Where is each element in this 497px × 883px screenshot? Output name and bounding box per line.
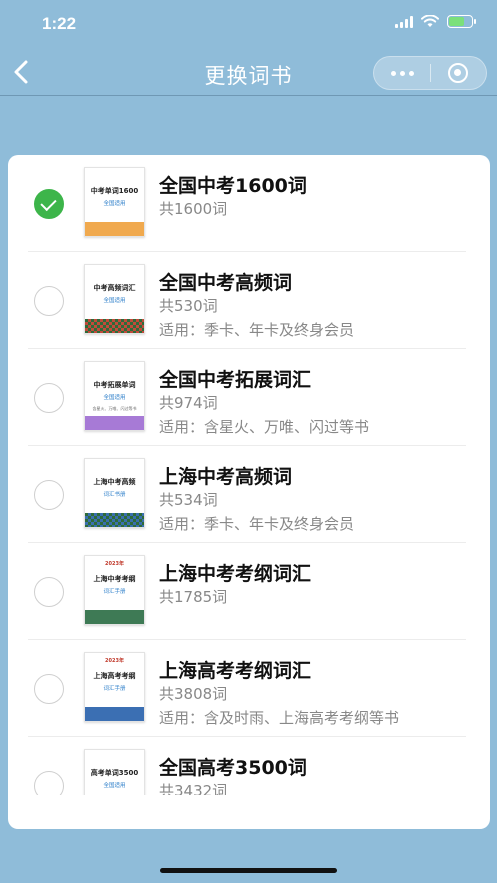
- wifi-icon: [421, 15, 439, 27]
- cover-year: 2023年: [105, 658, 124, 664]
- cover-subtitle: 词汇手册: [103, 686, 126, 692]
- book-title: 上海中考高频词: [159, 466, 293, 488]
- cover-subtitle: 全国适用: [103, 201, 126, 207]
- book-list-item[interactable]: 中考拓展单词 全国适用 含星火、万唯、闪过等书 全国中考拓展词汇 共974词 适…: [8, 349, 490, 446]
- radio-unchecked-icon[interactable]: [34, 577, 64, 607]
- cover-title: 高考单词3500: [90, 769, 139, 777]
- cover-band: [85, 319, 144, 333]
- cover-band: [85, 416, 144, 430]
- nav-bar: 更换词书: [0, 48, 497, 96]
- close-button[interactable]: [431, 57, 486, 89]
- book-list-item[interactable]: 中考单词1600 全国适用 全国中考1600词 共1600词: [8, 155, 490, 252]
- book-cover: 2023年 上海中考考纲 词汇手册: [84, 555, 145, 625]
- book-word-count: 共974词: [159, 394, 218, 412]
- book-list-item[interactable]: 上海中考高频 词汇书册 上海中考高频词 共534词 适用：季卡、年卡及终身会员: [8, 446, 490, 543]
- more-dots-icon: [390, 70, 396, 76]
- book-note: 适用：含星火、万唯、闪过等书: [159, 418, 370, 436]
- cover-band: [85, 707, 144, 721]
- book-word-count: 共3432词: [159, 782, 228, 795]
- status-time: 1:22: [42, 14, 77, 33]
- book-title: 上海中考考纲词汇: [159, 563, 312, 585]
- battery-icon: [447, 15, 476, 28]
- book-word-count: 共1600词: [159, 200, 228, 218]
- radio-unchecked-icon[interactable]: [34, 771, 64, 795]
- cover-title: 上海高考考纲: [93, 672, 136, 680]
- book-title: 全国中考1600词: [159, 175, 307, 197]
- book-title: 上海高考考纲词汇: [159, 660, 312, 682]
- radio-unchecked-icon[interactable]: [34, 383, 64, 413]
- cover-band: [85, 513, 144, 527]
- book-list-item[interactable]: 高考单词3500 全国适用 全国高考3500词 共3432词: [8, 737, 490, 795]
- book-list[interactable]: 中考单词1600 全国适用 全国中考1600词 共1600词 中考高频词汇 全国…: [8, 155, 490, 795]
- book-title: 全国中考高频词: [159, 272, 293, 294]
- cover-subtitle: 全国适用: [103, 395, 126, 401]
- book-title: 全国高考3500词: [159, 757, 307, 779]
- book-list-item[interactable]: 2023年 上海高考考纲 词汇手册 上海高考考纲词汇 共3808词 适用：含及时…: [8, 640, 490, 737]
- cover-subtitle: 全国适用: [103, 783, 126, 789]
- book-list-item[interactable]: 中考高频词汇 全国适用 全国中考高频词 共530词 适用：季卡、年卡及终身会员: [8, 252, 490, 349]
- book-cover: 中考高频词汇 全国适用: [84, 264, 145, 334]
- book-note: 适用：含及时雨、上海高考考纲等书: [159, 709, 400, 727]
- book-note: 适用：季卡、年卡及终身会员: [159, 321, 355, 339]
- book-word-count: 共534词: [159, 491, 218, 509]
- book-cover: 上海中考高频 词汇书册: [84, 458, 145, 528]
- status-icons: [395, 15, 476, 28]
- home-indicator[interactable]: [160, 868, 337, 873]
- signal-icon: [395, 15, 413, 28]
- cover-year: 2023年: [105, 561, 124, 567]
- cover-title: 上海中考高频: [93, 478, 136, 486]
- cover-subtitle: 词汇书册: [103, 492, 126, 498]
- cover-subtitle: 词汇手册: [103, 589, 126, 595]
- cover-title: 上海中考考纲: [93, 575, 136, 583]
- book-cover: 高考单词3500 全国适用: [84, 749, 145, 795]
- book-list-item[interactable]: 2023年 上海中考考纲 词汇手册 上海中考考纲词汇 共1785词: [8, 543, 490, 640]
- radio-unchecked-icon[interactable]: [34, 286, 64, 316]
- cover-title: 中考高频词汇: [93, 284, 136, 292]
- cover-band: [85, 222, 144, 236]
- book-cover: 2023年 上海高考考纲 词汇手册: [84, 652, 145, 722]
- mini-program-capsule: [373, 56, 487, 90]
- book-cover: 中考单词1600 全国适用: [84, 167, 145, 237]
- radio-unchecked-icon[interactable]: [34, 674, 64, 704]
- status-bar: 1:22: [0, 0, 497, 48]
- cover-band: [85, 610, 144, 624]
- book-word-count: 共1785词: [159, 588, 228, 606]
- cover-title: 中考拓展单词: [93, 381, 136, 389]
- radio-unchecked-icon[interactable]: [34, 480, 64, 510]
- book-note: 适用：季卡、年卡及终身会员: [159, 515, 355, 533]
- cover-subtitle: 全国适用: [103, 298, 126, 304]
- book-word-count: 共3808词: [159, 685, 228, 703]
- book-title: 全国中考拓展词汇: [159, 369, 312, 391]
- book-cover: 中考拓展单词 全国适用 含星火、万唯、闪过等书: [84, 361, 145, 431]
- more-button[interactable]: [374, 57, 430, 89]
- book-list-card: 中考单词1600 全国适用 全国中考1600词 共1600词 中考高频词汇 全国…: [8, 155, 490, 829]
- cover-note: 含星火、万唯、闪过等书: [92, 406, 137, 411]
- book-word-count: 共530词: [159, 297, 218, 315]
- radio-checked-icon[interactable]: [34, 189, 64, 219]
- target-close-icon: [448, 63, 469, 83]
- cover-title: 中考单词1600: [90, 187, 139, 195]
